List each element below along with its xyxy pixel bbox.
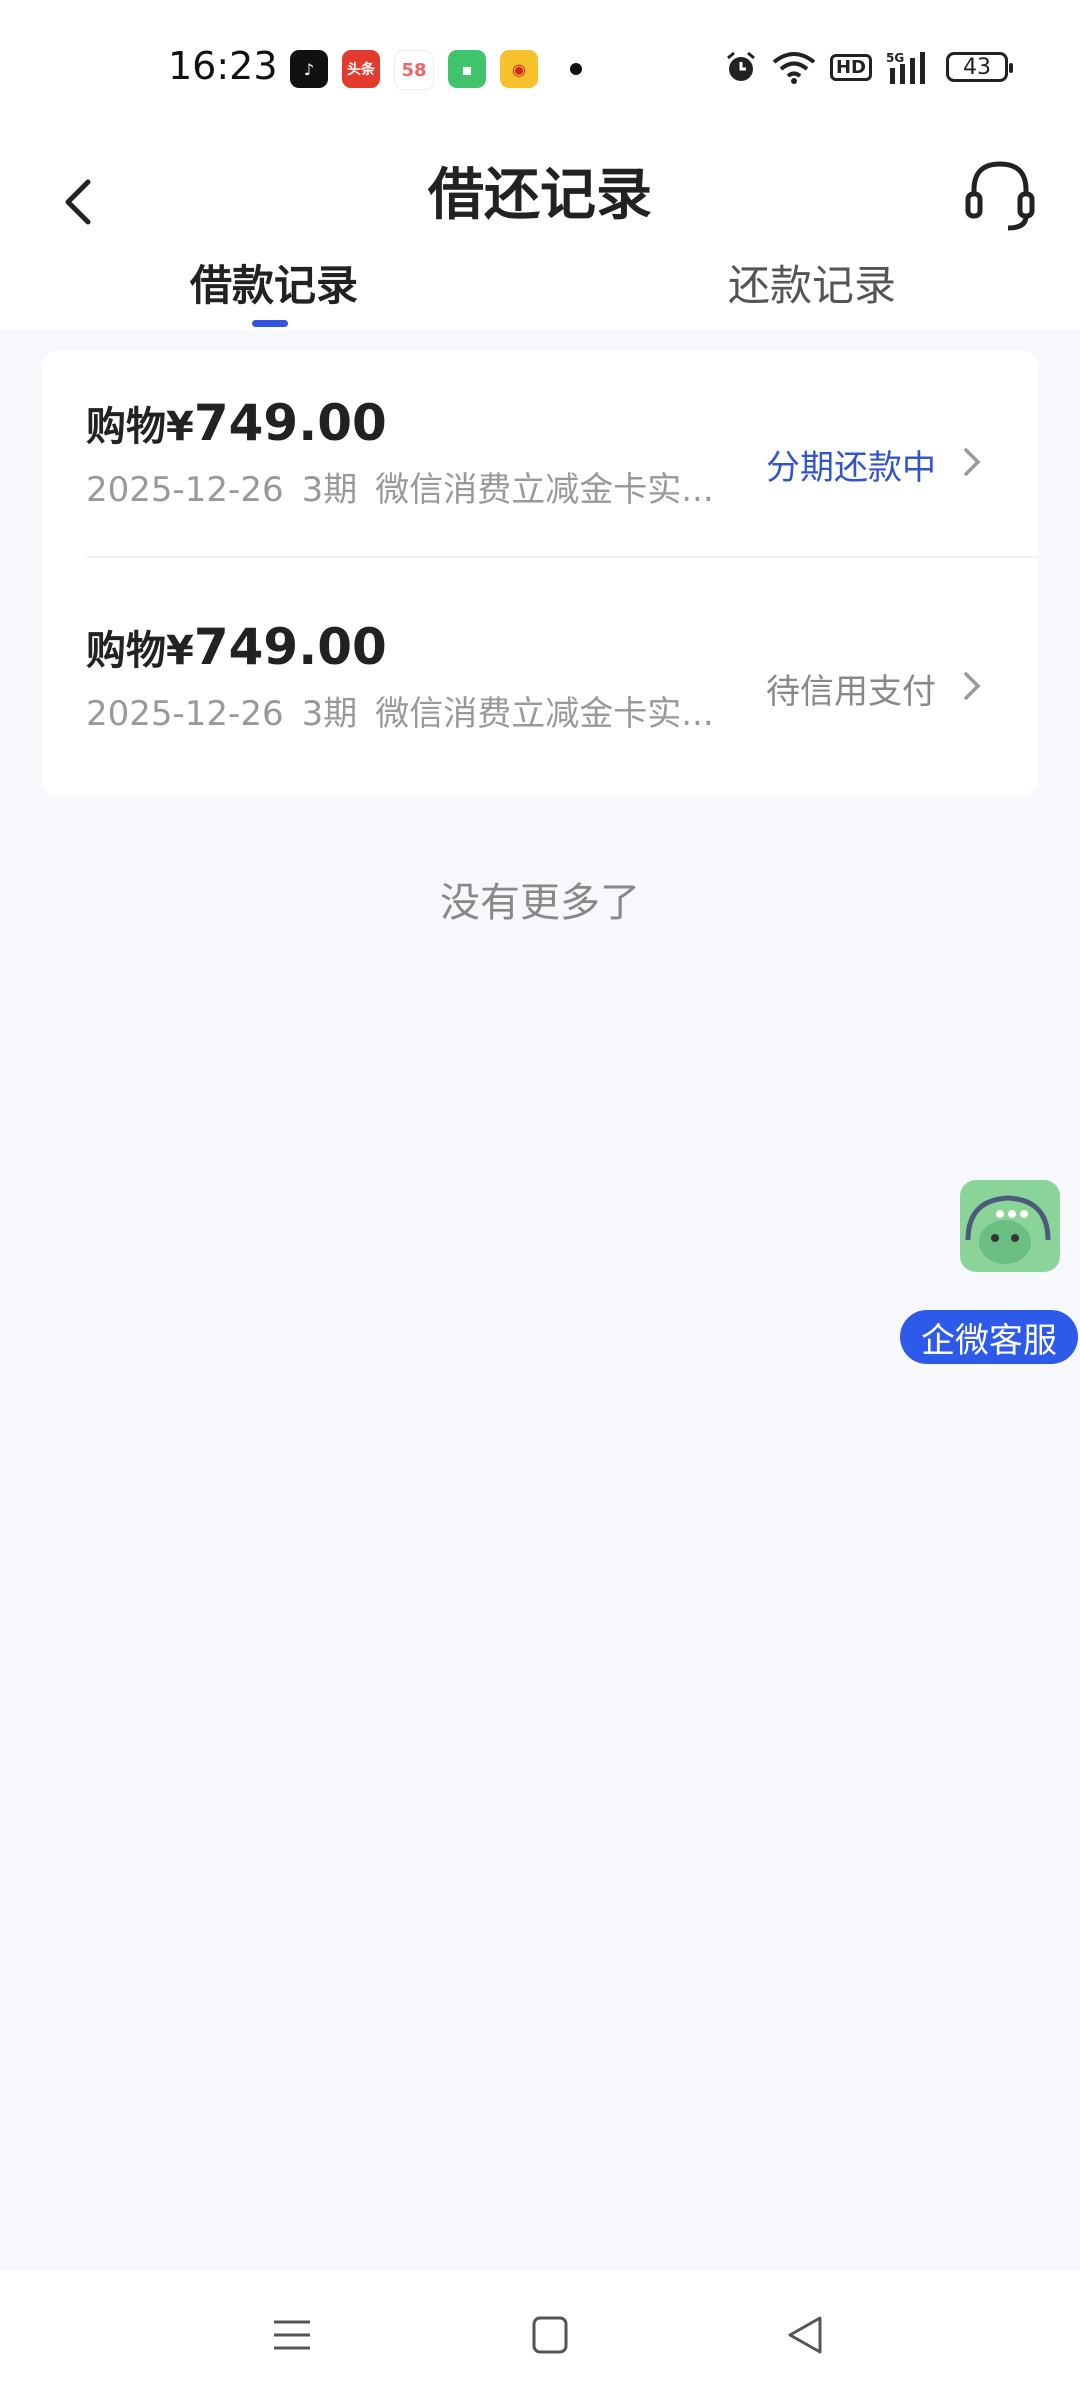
signal-5g-icon: 5G — [886, 51, 925, 84]
record-title: 购物¥749.00 — [86, 618, 387, 676]
more-notifications-dot — [570, 63, 582, 75]
back-triangle-icon[interactable] — [776, 2310, 836, 2360]
currency-symbol: ¥ — [166, 404, 194, 450]
messages-icon: ▪ — [448, 50, 486, 88]
record-status: 分期还款中 — [766, 448, 936, 488]
robot-mascot-icon — [965, 1195, 1051, 1264]
notification-app-icons: ♪ 头条 58 ▪ ◉ — [290, 50, 538, 90]
record-description: 微信消费立减金卡实... — [375, 470, 714, 510]
status-time: 16:23 — [168, 44, 278, 88]
tab-borrow-records[interactable]: 借款记录 — [190, 252, 358, 313]
weibo-icon: ◉ — [500, 50, 538, 88]
list-item[interactable]: 购物¥749.00 2025-12-26 3期 微信消费立减金卡实... 分期还款中 — [42, 350, 1038, 572]
record-details: 2025-12-26 3期 微信消费立减金卡实... — [86, 686, 726, 735]
divider — [86, 556, 1038, 558]
headset-icon — [965, 161, 1035, 231]
record-description: 微信消费立减金卡实... — [375, 694, 714, 734]
tab-repay-records[interactable]: 还款记录 — [728, 252, 896, 313]
record-amount: 749.00 — [193, 394, 387, 452]
battery-icon: 43 — [946, 52, 1013, 82]
record-date: 2025-12-26 — [86, 470, 284, 510]
record-title: 购物¥749.00 — [86, 394, 387, 452]
page-title: 借还记录 — [428, 163, 652, 228]
list-item[interactable]: 购物¥749.00 2025-12-26 3期 微信消费立减金卡实... 待信用支付 — [42, 574, 1038, 796]
record-status: 待信用支付 — [766, 672, 936, 712]
enterprise-wechat-service-label: 企微客服 — [900, 1310, 1078, 1364]
chevron-right-icon — [964, 672, 981, 700]
record-type: 购物 — [86, 628, 166, 674]
alarm-icon — [727, 51, 755, 81]
status-bar: 16:23 ♪ 头条 58 ▪ ◉ HD 5G 43 — [0, 0, 1080, 140]
home-icon[interactable] — [520, 2310, 580, 2360]
record-term: 3期 — [301, 694, 358, 734]
status-right-icons: HD 5G 43 — [724, 50, 1013, 84]
active-tab-indicator — [252, 320, 288, 327]
chevron-right-icon — [964, 448, 981, 476]
system-nav-bar — [0, 2270, 1080, 2400]
app-header: 借还记录 借款记录 还款记录 — [0, 140, 1080, 330]
no-more-text: 没有更多了 — [440, 880, 640, 926]
record-term: 3期 — [301, 470, 358, 510]
floating-customer-service[interactable]: 企微客服 — [900, 1160, 1080, 1370]
hd-icon: HD — [829, 53, 872, 81]
wifi-icon — [772, 52, 816, 84]
record-details: 2025-12-26 3期 微信消费立减金卡实... — [86, 462, 726, 511]
currency-symbol: ¥ — [166, 628, 194, 674]
svg-text:5G: 5G — [886, 51, 904, 65]
douyin-icon: ♪ — [290, 50, 328, 88]
mascot-icon — [960, 1180, 1060, 1272]
battery-level: 43 — [963, 54, 991, 80]
record-amount: 749.00 — [193, 618, 387, 676]
record-tabs: 借款记录 还款记录 — [0, 252, 1080, 330]
record-date: 2025-12-26 — [86, 694, 284, 734]
58-icon: 58 — [394, 50, 434, 90]
records-card: 购物¥749.00 2025-12-26 3期 微信消费立减金卡实... 分期还款中… — [42, 350, 1038, 796]
toutiao-icon: 头条 — [342, 50, 380, 88]
customer-service-button[interactable] — [960, 150, 1040, 240]
record-type: 购物 — [86, 404, 166, 450]
menu-icon[interactable] — [262, 2310, 322, 2360]
